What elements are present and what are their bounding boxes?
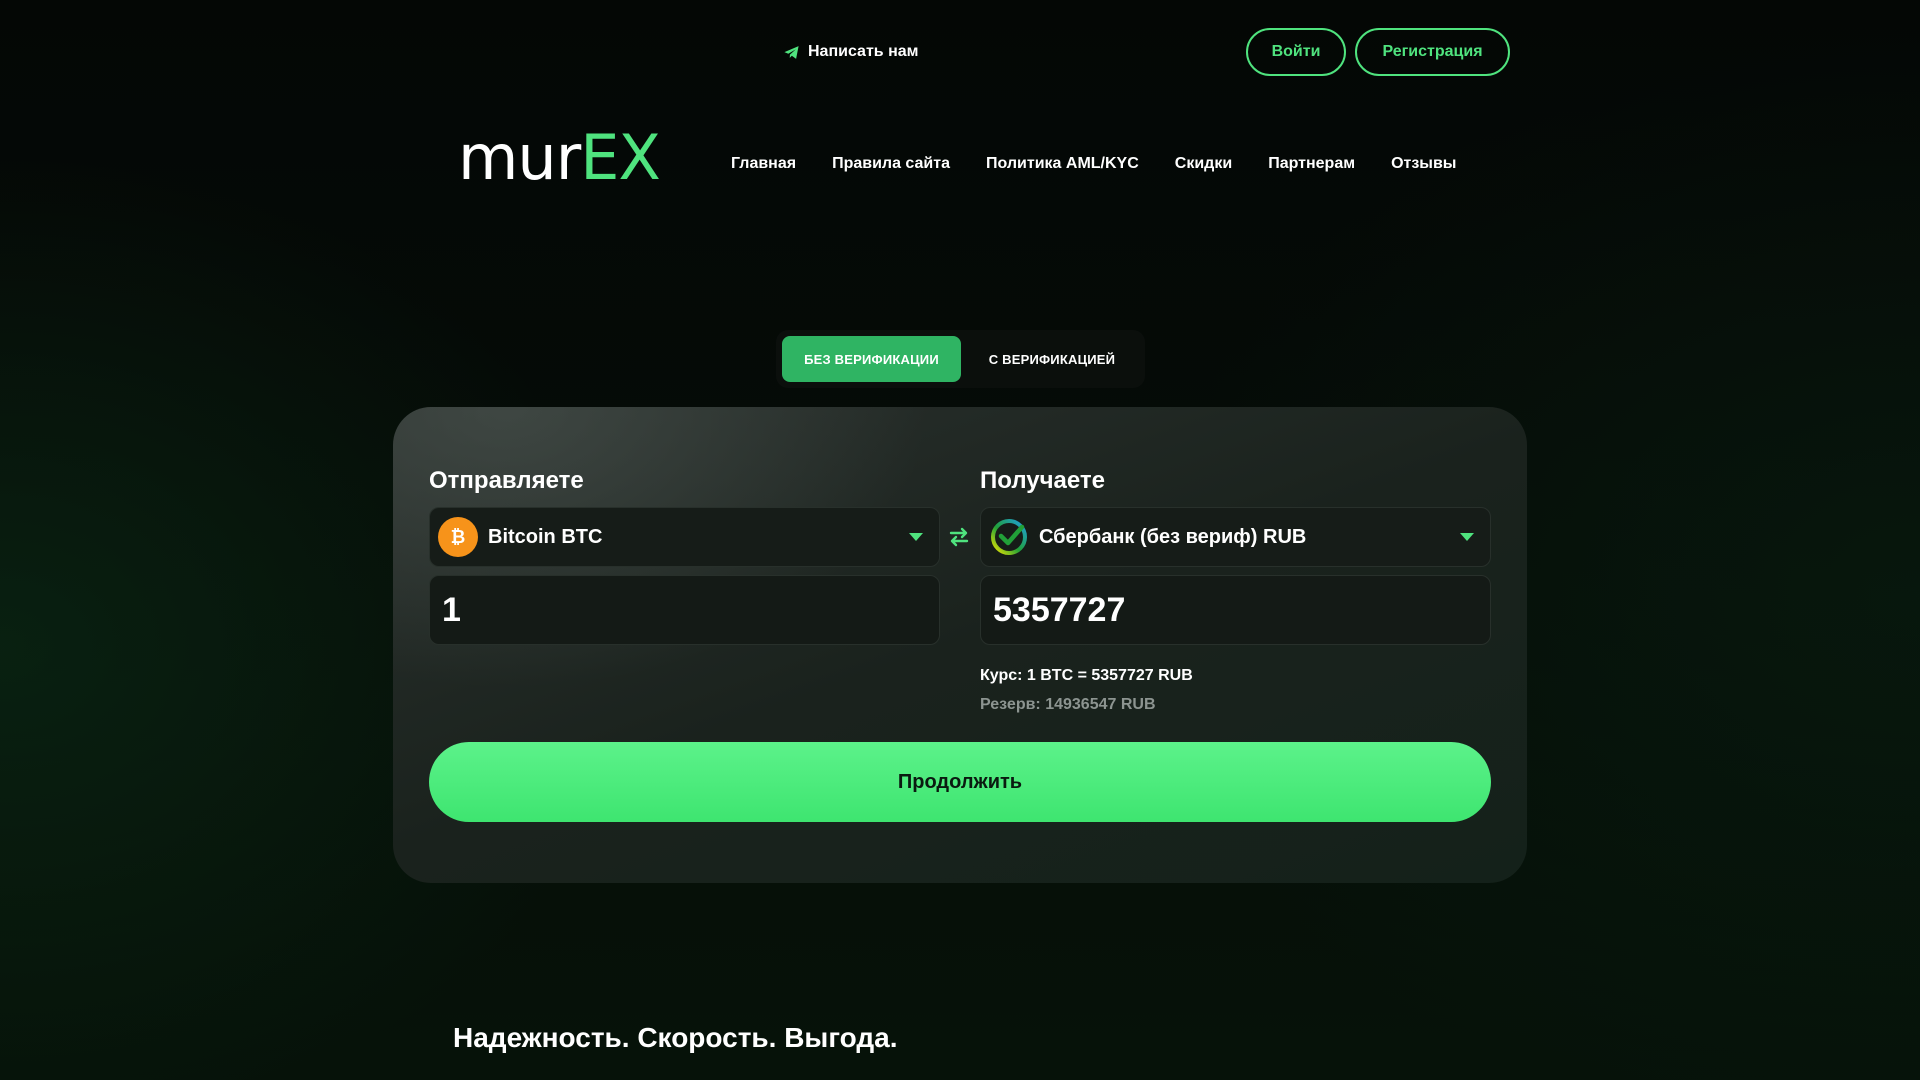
reserve-amount: Резерв: 14936547 RUB	[980, 696, 1156, 713]
verification-toggle: БЕЗ ВЕРИФИКАЦИИ С ВЕРИФИКАЦИЕЙ	[776, 330, 1145, 388]
logo-text-white: mur	[458, 121, 581, 194]
nav-item-discounts[interactable]: Скидки	[1175, 152, 1232, 176]
nav-item-home[interactable]: Главная	[731, 152, 796, 176]
exchange-card: Отправляете Получаете ₿ Bitcoin BTC Сбер…	[393, 407, 1527, 883]
continue-button[interactable]: Продолжить	[429, 742, 1491, 822]
contact-us-link[interactable]: Написать нам	[783, 40, 918, 64]
exchange-rate: Курс: 1 BTC = 5357727 RUB	[980, 667, 1193, 684]
send-amount-input[interactable]	[429, 575, 940, 645]
login-button[interactable]: Войти	[1246, 28, 1346, 76]
send-title: Отправляете	[429, 467, 584, 494]
register-button[interactable]: Регистрация	[1355, 28, 1510, 76]
contact-us-label: Написать нам	[808, 43, 919, 60]
receive-title: Получаете	[980, 467, 1106, 494]
nav-item-aml-kyc[interactable]: Политика AML/KYC	[986, 152, 1139, 176]
nav-item-rules[interactable]: Правила сайта	[832, 152, 950, 176]
swap-arrows-icon[interactable]	[947, 525, 971, 549]
nav-item-reviews[interactable]: Отзывы	[1391, 152, 1456, 176]
receive-amount-input[interactable]	[980, 575, 1491, 645]
send-currency-select[interactable]: ₿ Bitcoin BTC	[429, 507, 940, 567]
site-logo[interactable]: murEX	[458, 121, 661, 194]
send-currency-label: Bitcoin BTC	[488, 525, 603, 548]
chevron-down-icon	[1460, 533, 1474, 541]
sberbank-icon	[989, 517, 1029, 557]
svg-text:₿: ₿	[451, 527, 466, 548]
telegram-icon	[784, 45, 799, 59]
bitcoin-icon: ₿	[438, 517, 478, 557]
top-bar: Написать нам Войти Регистрация	[0, 0, 1920, 100]
tagline-heading: Надежность. Скорость. Выгода.	[453, 1022, 898, 1053]
nav-item-partners[interactable]: Партнерам	[1268, 152, 1355, 176]
main-nav: Главная Правила сайта Политика AML/KYC С…	[731, 152, 1456, 176]
receive-currency-select[interactable]: Сбербанк (без вериф) RUB	[980, 507, 1491, 567]
tab-with-verification[interactable]: С ВЕРИФИКАЦИЕЙ	[965, 336, 1139, 382]
tab-no-verification[interactable]: БЕЗ ВЕРИФИКАЦИИ	[782, 336, 961, 382]
chevron-down-icon	[909, 533, 923, 541]
logo-text-green: EX	[580, 121, 661, 194]
receive-currency-label: Сбербанк (без вериф) RUB	[1039, 525, 1307, 548]
